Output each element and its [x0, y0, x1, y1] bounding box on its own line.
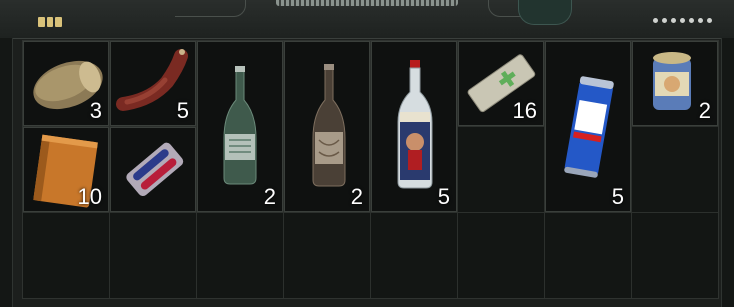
- inventory-slot-vodka-bottle[interactable]: 5: [371, 41, 457, 212]
- inventory-slot-empty[interactable]: [110, 213, 196, 298]
- pill-blister-icon: [126, 142, 184, 197]
- inventory-slot-bandage[interactable]: 16: [458, 41, 544, 126]
- inventory-slot-empty[interactable]: [371, 213, 457, 298]
- item-count: 2: [263, 184, 276, 209]
- item-count: 16: [512, 98, 537, 123]
- inventory-slot-empty[interactable]: [458, 127, 544, 212]
- item-count: 5: [176, 98, 189, 123]
- inventory-tab-icon[interactable]: [38, 17, 63, 27]
- teal-tab-icon[interactable]: [518, 0, 572, 25]
- inventory-slot-empty[interactable]: [458, 213, 544, 298]
- inventory-slot-empty[interactable]: [632, 213, 718, 298]
- inventory-slot-energy-drink[interactable]: 5: [545, 41, 631, 212]
- inventory-slot-empty[interactable]: [23, 213, 109, 298]
- right-frame-rail: [721, 38, 734, 307]
- inventory-slot-empty[interactable]: [545, 213, 631, 298]
- inventory-slot-empty[interactable]: [197, 213, 283, 298]
- inventory-grid: 3 5 2 2 5 16 5 2 10: [22, 40, 719, 299]
- item-count: 3: [89, 98, 102, 123]
- inventory-slot-pill-blister[interactable]: [110, 127, 196, 212]
- item-count: 2: [698, 98, 711, 123]
- top-bar: [0, 0, 734, 39]
- inventory-slot-brown-bottle[interactable]: 2: [284, 41, 370, 212]
- item-count: 10: [77, 184, 102, 209]
- inventory-slot-sausage[interactable]: 5: [110, 41, 196, 126]
- inventory-slot-empty[interactable]: [284, 213, 370, 298]
- inventory-slot-empty[interactable]: [632, 127, 718, 212]
- inventory-slot-cracker-box[interactable]: 10: [23, 127, 109, 212]
- item-count: 5: [437, 184, 450, 209]
- left-frame-rail: [0, 38, 13, 307]
- inventory-slot-canned-food[interactable]: 2: [632, 41, 718, 126]
- item-count: 5: [611, 184, 624, 209]
- inventory-slot-bread[interactable]: 3: [23, 41, 109, 126]
- panel-drag-handle[interactable]: [276, 0, 458, 6]
- item-count: 2: [350, 184, 363, 209]
- inventory-slot-green-bottle[interactable]: 2: [197, 41, 283, 212]
- page-dots-indicator: [653, 18, 712, 23]
- top-frame-ornament-left: [175, 0, 246, 17]
